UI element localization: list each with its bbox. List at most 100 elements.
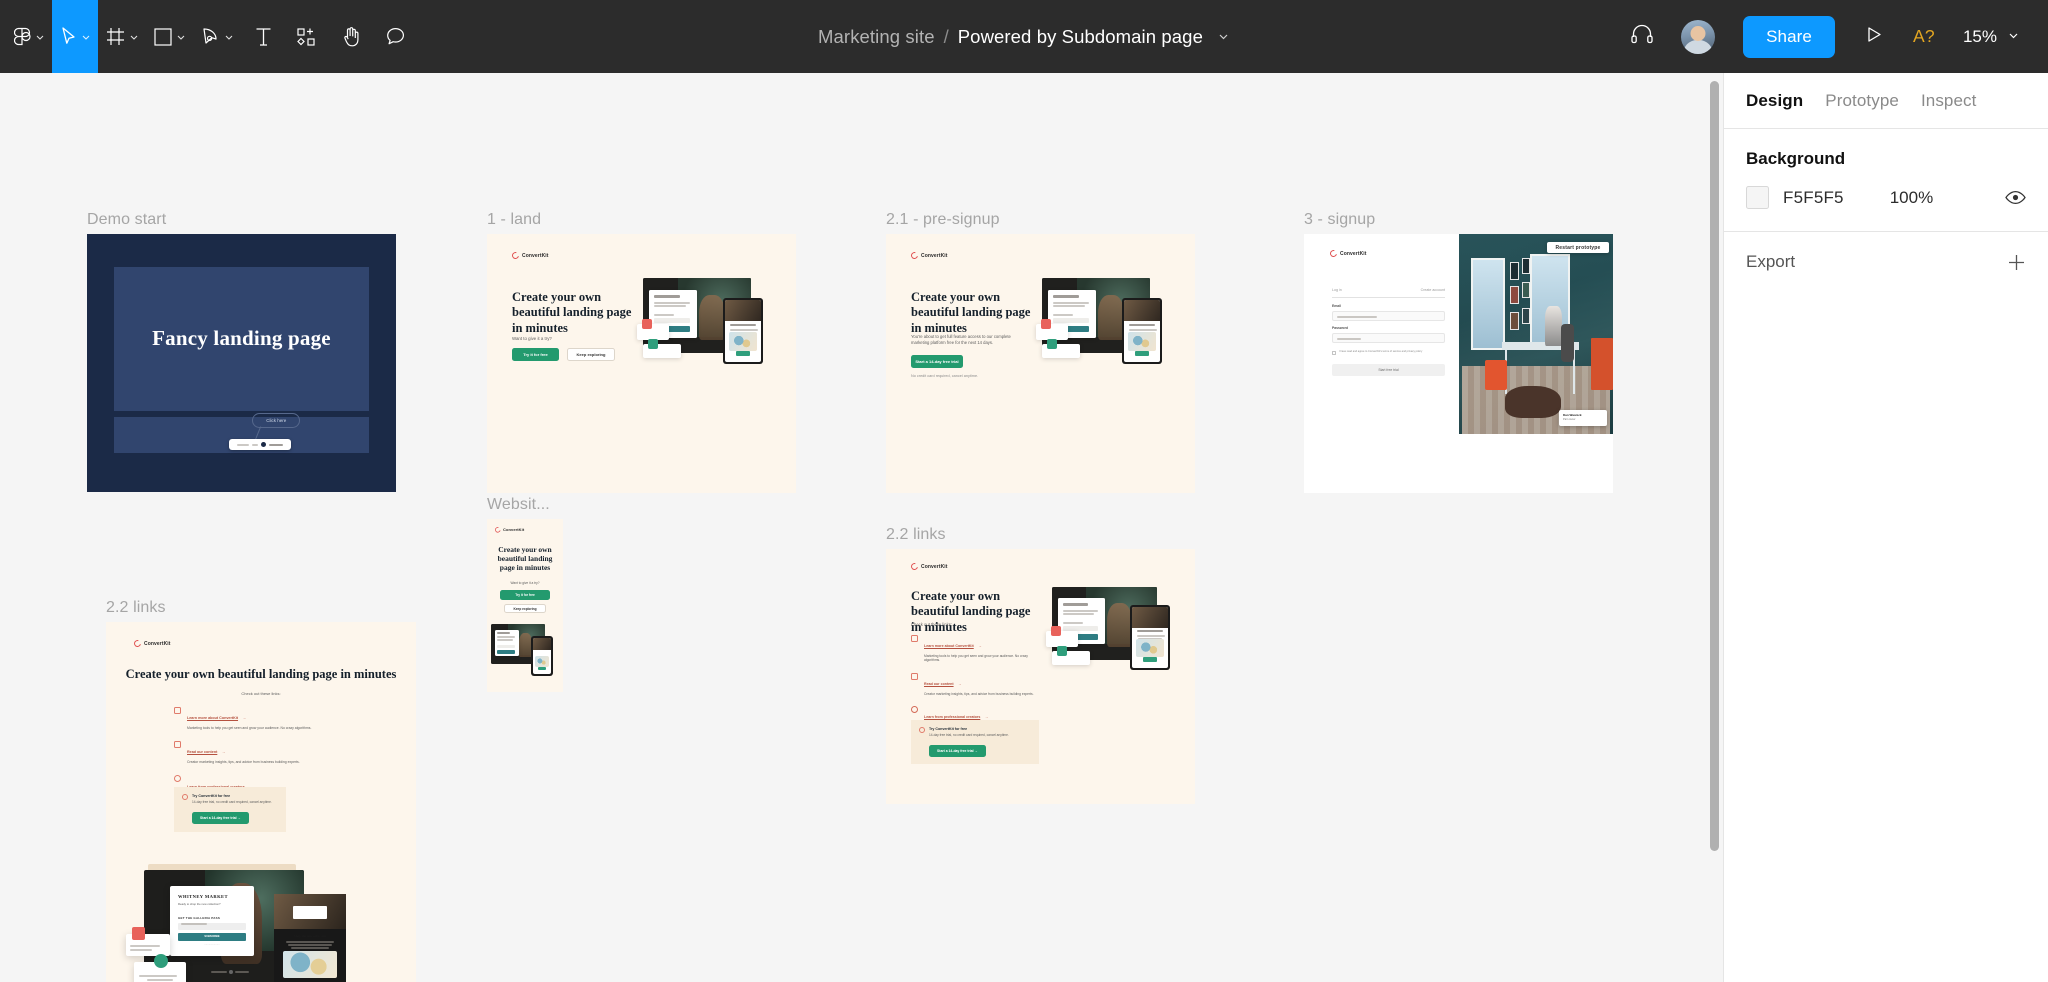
link-title[interactable]: Learn more about ConvertKit — [924, 644, 974, 648]
user-avatar-button[interactable] — [1667, 0, 1729, 73]
frame-content[interactable]: ConvertKit Create your own beautiful lan… — [886, 549, 1195, 804]
comment-tool-button[interactable] — [373, 0, 417, 73]
links-heading: Create your own beautiful landing page i… — [125, 667, 397, 681]
cta-footnote: No credit card required, cancel anytime. — [911, 374, 979, 378]
breadcrumb-chevron-down-icon[interactable] — [1217, 30, 1230, 43]
frame-label[interactable]: 2.2 links — [106, 599, 166, 617]
cursor-arrow-icon — [60, 26, 77, 47]
frame-2-2-links-large[interactable]: 2.2 links ConvertKit Create your own bea… — [106, 599, 416, 982]
convertkit-ring-icon — [132, 638, 143, 649]
components-plus-icon — [297, 27, 317, 47]
frame-3-signup[interactable]: 3 - signup ConvertKit Log in Create acco… — [1304, 211, 1613, 493]
link-title[interactable]: Read our content — [187, 750, 217, 754]
frame-2-1-pre-signup[interactable]: 2.1 - pre-signup ConvertKit Create your … — [886, 211, 1195, 493]
help-badge-button[interactable]: A? — [1899, 0, 1949, 73]
phone-mockup — [1130, 605, 1170, 670]
background-hex-value[interactable]: F5F5F5 — [1783, 188, 1844, 208]
tab-inspect[interactable]: Inspect — [1921, 91, 1977, 111]
photo-person — [1545, 306, 1563, 346]
canvas-vertical-scrollbar[interactable] — [1710, 81, 1719, 851]
frame-label[interactable]: 3 - signup — [1304, 211, 1375, 229]
primary-cta-button[interactable]: Try it for free — [500, 590, 550, 600]
promo-cta-button[interactable]: Start a 14-day free trial → — [192, 811, 249, 824]
mock-subscribe-button[interactable]: SUBSCRIBE — [178, 932, 246, 941]
eye-icon[interactable] — [2005, 190, 2026, 205]
link-item[interactable]: Read our content → Creator marketing ins… — [174, 740, 349, 764]
observation-mode-button[interactable] — [1617, 0, 1667, 73]
tool-group — [0, 0, 417, 73]
link-title[interactable]: Read our content — [924, 682, 954, 686]
background-opacity-value[interactable]: 100% — [1890, 188, 1933, 208]
link-title[interactable]: Learn more about ConvertKit — [187, 716, 238, 720]
export-section-title: Export — [1746, 252, 1796, 271]
tab-prototype[interactable]: Prototype — [1825, 91, 1899, 111]
frame-2-2-links-middle[interactable]: 2.2 links ConvertKit Create your own bea… — [886, 526, 1195, 804]
help-badge-label: A? — [1912, 26, 1935, 46]
design-canvas[interactable]: Demo start Fancy landing page Click here — [0, 73, 1723, 982]
frame-content[interactable]: Fancy landing page Click here — [87, 234, 396, 492]
mock-email-input[interactable] — [178, 922, 246, 930]
secondary-cta-button[interactable]: Keep exploring — [504, 604, 546, 613]
frame-content[interactable]: ConvertKit Create your own beautiful lan… — [886, 234, 1195, 493]
primary-cta-button[interactable]: Try it for free — [512, 348, 559, 361]
link-item[interactable]: Read our content → Creator marketing ins… — [911, 672, 1039, 696]
link-item[interactable]: Learn more about ConvertKit → Marketing … — [174, 706, 349, 730]
promo-box: Try ConvertKit for free 14-day free tria… — [174, 787, 286, 832]
frame-label[interactable]: Demo start — [87, 211, 166, 229]
promo-cta-button[interactable]: Start a 14-day free trial → — [929, 744, 986, 757]
comment-bubble-icon — [386, 27, 405, 46]
secondary-cta-button[interactable]: Keep exploring — [567, 348, 615, 361]
landing-subtext: Want to give it a try? — [512, 336, 552, 341]
frame-content[interactable]: ConvertKit Log in Create account Email P… — [1304, 234, 1613, 493]
phone-mockup — [723, 298, 763, 364]
share-button[interactable]: Share — [1743, 15, 1835, 58]
resources-tool-button[interactable] — [285, 0, 329, 73]
convertkit-wordmark: ConvertKit — [921, 252, 948, 259]
frame-icon — [106, 27, 125, 46]
background-color-swatch[interactable] — [1746, 186, 1769, 209]
landing-heading: Create your own beautiful landing page i… — [497, 545, 553, 573]
zoom-control[interactable]: 15% — [1949, 0, 2034, 73]
notification-card-red — [126, 927, 170, 956]
tab-log-in[interactable]: Log in — [1332, 288, 1342, 292]
frame-label[interactable]: 2.2 links — [886, 526, 946, 544]
frame-tool-button[interactable] — [98, 0, 146, 73]
text-tool-button[interactable] — [241, 0, 285, 73]
terms-checkbox[interactable] — [1332, 350, 1336, 355]
plus-icon[interactable] — [2007, 253, 2026, 272]
tab-create-account[interactable]: Create account — [1421, 288, 1445, 292]
zoom-chevron-down-icon — [2007, 27, 2020, 47]
terms-checkbox-row[interactable]: I have read and agree to ConvertKit's te… — [1332, 350, 1445, 355]
move-tool-button[interactable] — [52, 0, 98, 73]
link-title[interactable]: Learn from professional creators — [924, 715, 980, 719]
frame-website-mobile[interactable]: Websit... ConvertKit Create your own bea… — [487, 496, 563, 692]
frame-label[interactable]: 1 - land — [487, 211, 541, 229]
frame-content[interactable]: ConvertKit Create your own beautiful lan… — [487, 234, 796, 493]
hand-tool-button[interactable] — [329, 0, 373, 73]
device-mockup — [1046, 581, 1186, 683]
breadcrumb-page[interactable]: Powered by Subdomain page — [958, 26, 1203, 48]
shape-tool-button[interactable] — [146, 0, 193, 73]
frame-content[interactable]: ConvertKit Create your own beautiful lan… — [487, 519, 563, 692]
convertkit-ring-icon — [493, 525, 502, 534]
frame-content[interactable]: ConvertKit Create your own beautiful lan… — [106, 622, 416, 982]
frame-1-land[interactable]: 1 - land ConvertKit Create your own beau… — [487, 211, 796, 493]
primary-cta-button[interactable]: Start a 14-day free trial — [911, 355, 963, 368]
password-field[interactable] — [1332, 333, 1445, 343]
present-button[interactable] — [1849, 0, 1899, 73]
submit-button[interactable]: Start free trial — [1332, 364, 1445, 376]
frame-demo-start[interactable]: Demo start Fancy landing page Click here — [87, 211, 396, 492]
device-mockup — [489, 622, 561, 682]
restart-prototype-tag[interactable]: Restart prototype — [1547, 242, 1609, 253]
frame-label[interactable]: 2.1 - pre-signup — [886, 211, 1000, 229]
breadcrumb-project[interactable]: Marketing site — [818, 26, 935, 48]
arrow-right-icon: → — [984, 715, 989, 720]
email-field[interactable] — [1332, 311, 1445, 321]
tab-design[interactable]: Design — [1746, 91, 1803, 111]
pen-tool-button[interactable] — [193, 0, 241, 73]
chevron-down-icon — [81, 32, 90, 41]
frame-label[interactable]: Websit... — [487, 496, 550, 514]
play-triangle-icon — [1865, 25, 1883, 49]
link-item[interactable]: Learn more about ConvertKit → Marketing … — [911, 634, 1039, 663]
figma-menu-button[interactable] — [6, 0, 52, 73]
